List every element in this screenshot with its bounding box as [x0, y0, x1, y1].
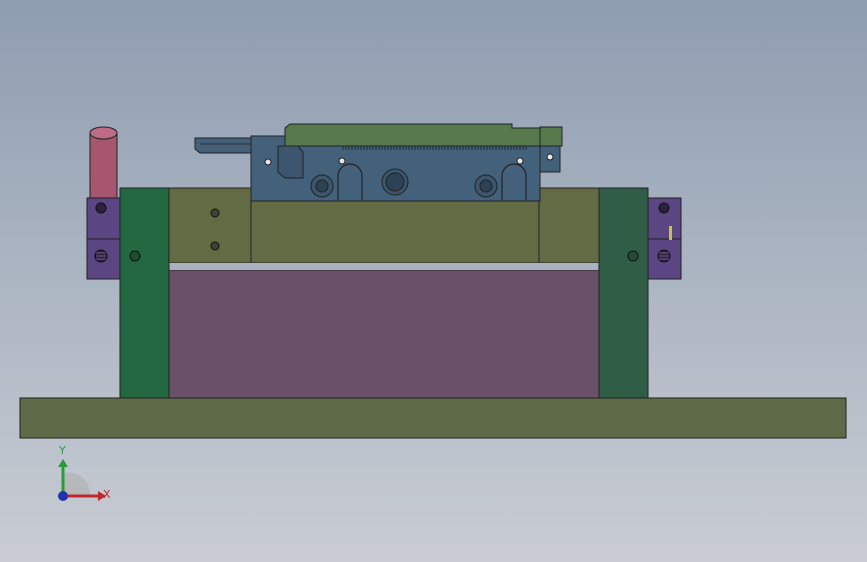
cylinder-rod-cap: [89, 126, 118, 140]
assembly-model[interactable]: [0, 0, 867, 562]
coordinate-triad: X Y: [58, 444, 111, 501]
left-clamp-bolt: [95, 202, 107, 214]
base-plate[interactable]: [19, 397, 847, 439]
fixture-slot: [277, 145, 304, 179]
fixture-tab-hole: [546, 153, 554, 161]
cylinder-rod[interactable]: [89, 132, 118, 201]
center-block[interactable]: [168, 269, 600, 399]
tongue-slide[interactable]: [194, 137, 254, 154]
triad-y-arrow: [58, 459, 68, 467]
fixture-bore-inner: [385, 172, 405, 192]
beam-gap: [169, 263, 599, 270]
fixture-small-hole: [338, 157, 346, 165]
beam-hole: [210, 241, 220, 251]
right-clamp-indicator: [669, 226, 672, 240]
triad-y-label: Y: [58, 444, 66, 457]
right-support-column[interactable]: [598, 187, 649, 399]
fixture-bore-inner: [315, 179, 329, 193]
triad-x-label: X: [103, 488, 111, 501]
top-cover-end[interactable]: [539, 126, 563, 147]
left-column-hole: [129, 250, 141, 262]
fixture-small-hole: [516, 157, 524, 165]
triad-arc: [63, 472, 91, 496]
right-column-hole: [627, 250, 639, 262]
right-clamp-bolt: [658, 202, 670, 214]
fixture-bore-inner: [479, 179, 493, 193]
fixture-small-hole: [264, 158, 272, 166]
top-cover[interactable]: [284, 123, 541, 147]
triad-z-axis: [58, 491, 68, 501]
cad-viewport[interactable]: X Y: [0, 0, 867, 562]
beam-hole: [210, 208, 220, 218]
left-support-column[interactable]: [119, 187, 170, 399]
